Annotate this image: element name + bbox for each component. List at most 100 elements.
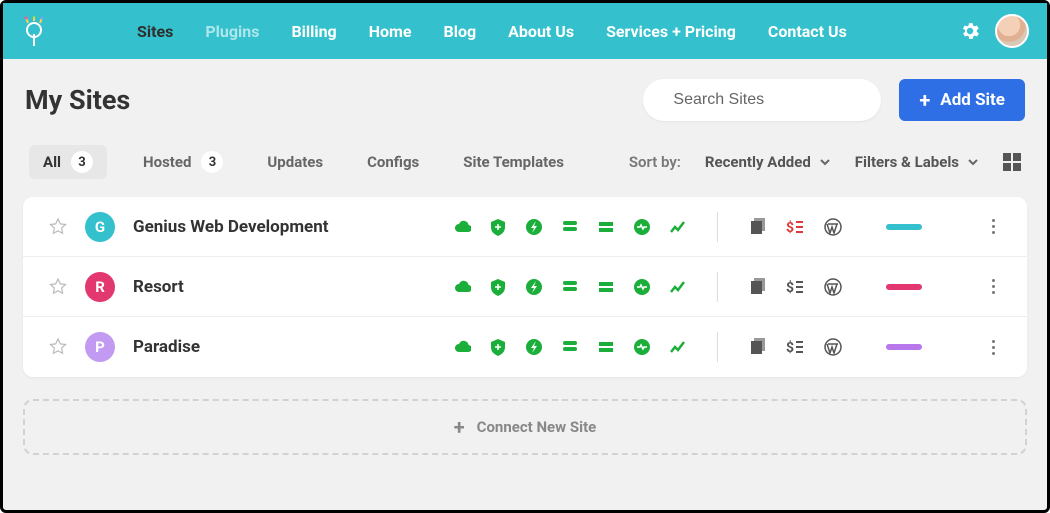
main-nav: Sites Plugins Billing Home Blog About Us Servi… xyxy=(137,22,847,41)
nav-item-services-pricing[interactable]: Services + Pricing xyxy=(606,22,736,41)
pricing-icon[interactable]: $ xyxy=(786,338,804,356)
add-site-label: Add Site xyxy=(940,90,1005,110)
site-avatar[interactable]: G xyxy=(85,212,115,242)
stack-icon[interactable] xyxy=(561,218,579,236)
sites-list: G Genius Web Development $ R Resort $ xyxy=(23,197,1027,377)
page-title: My Sites xyxy=(25,84,130,116)
sort-label: Sort by: xyxy=(629,153,681,171)
favorite-star-icon[interactable] xyxy=(49,218,67,236)
cloud-icon[interactable] xyxy=(453,278,471,296)
sort-value: Recently Added xyxy=(705,153,811,171)
favorite-star-icon[interactable] xyxy=(49,278,67,296)
site-row: P Paradise $ xyxy=(23,317,1027,377)
user-avatar[interactable] xyxy=(995,14,1029,48)
trend-icon[interactable] xyxy=(669,278,687,296)
copy-icon[interactable] xyxy=(748,218,766,236)
copy-icon[interactable] xyxy=(748,278,766,296)
nav-item-billing[interactable]: Billing xyxy=(291,22,336,41)
bolt-icon[interactable] xyxy=(525,338,543,356)
svg-text:$: $ xyxy=(786,219,794,236)
meta-icons: $ xyxy=(748,338,842,356)
page-header: My Sites + Add Site xyxy=(23,59,1027,145)
nav-item-about-us[interactable]: About Us xyxy=(508,22,574,41)
divider xyxy=(717,272,718,302)
connect-label: Connect New Site xyxy=(477,418,597,436)
settings-icon[interactable] xyxy=(959,20,981,42)
tab-site-templates[interactable]: Site Templates xyxy=(455,147,572,177)
divider xyxy=(717,332,718,362)
search-box[interactable] xyxy=(643,79,881,121)
site-name[interactable]: Genius Web Development xyxy=(133,217,453,237)
divider xyxy=(717,212,718,242)
row-menu-icon[interactable] xyxy=(985,338,1001,356)
meta-icons: $ xyxy=(748,218,842,236)
shield-icon[interactable] xyxy=(489,278,507,296)
favorite-star-icon[interactable] xyxy=(49,338,67,356)
label-pill[interactable] xyxy=(886,344,922,350)
site-row: G Genius Web Development $ xyxy=(23,197,1027,257)
tab-all[interactable]: All 3 xyxy=(29,145,107,179)
tab-all-label: All xyxy=(43,153,61,171)
bars-icon[interactable] xyxy=(597,278,615,296)
site-row: R Resort $ xyxy=(23,257,1027,317)
tab-hosted-count: 3 xyxy=(201,151,223,173)
status-icons xyxy=(453,278,687,296)
app-frame: Sites Plugins Billing Home Blog About Us Servi… xyxy=(0,0,1050,513)
tab-configs[interactable]: Configs xyxy=(359,147,427,177)
site-avatar[interactable]: P xyxy=(85,332,115,362)
content: My Sites + Add Site All 3 Hosted 3 xyxy=(3,59,1047,510)
add-site-button[interactable]: + Add Site xyxy=(899,79,1025,121)
tab-all-count: 3 xyxy=(71,151,93,173)
nav-item-plugins[interactable]: Plugins xyxy=(205,22,259,41)
nav-item-blog[interactable]: Blog xyxy=(444,22,477,41)
bars-icon[interactable] xyxy=(597,218,615,236)
bars-icon[interactable] xyxy=(597,338,615,356)
nav-item-home[interactable]: Home xyxy=(369,22,412,41)
connect-new-site[interactable]: + Connect New Site xyxy=(23,399,1027,455)
copy-icon[interactable] xyxy=(748,338,766,356)
sort-dropdown[interactable]: Recently Added xyxy=(705,153,831,171)
trend-icon[interactable] xyxy=(669,218,687,236)
label-pill[interactable] xyxy=(886,224,922,230)
chevron-down-icon xyxy=(819,156,831,168)
nav-item-contact-us[interactable]: Contact Us xyxy=(768,22,847,41)
site-name[interactable]: Paradise xyxy=(133,337,453,357)
tab-hosted[interactable]: Hosted 3 xyxy=(135,145,231,179)
shield-icon[interactable] xyxy=(489,218,507,236)
status-icons xyxy=(453,218,687,236)
pricing-icon[interactable]: $ xyxy=(786,278,804,296)
row-menu-icon[interactable] xyxy=(985,278,1001,296)
view-grid-toggle[interactable] xyxy=(1003,153,1021,171)
filters-dropdown[interactable]: Filters & Labels xyxy=(855,153,979,171)
cloud-icon[interactable] xyxy=(453,338,471,356)
brand-logo[interactable] xyxy=(21,15,47,47)
wordpress-icon[interactable] xyxy=(824,338,842,356)
wordpress-icon[interactable] xyxy=(824,278,842,296)
row-menu-icon[interactable] xyxy=(985,218,1001,236)
nav-item-sites[interactable]: Sites xyxy=(137,22,173,41)
search-input[interactable] xyxy=(673,91,880,109)
chevron-down-icon xyxy=(967,156,979,168)
bolt-icon[interactable] xyxy=(525,278,543,296)
topbar: Sites Plugins Billing Home Blog About Us Servi… xyxy=(3,3,1047,59)
tabs-row: All 3 Hosted 3 Updates Configs Site Temp… xyxy=(23,145,1027,197)
cloud-icon[interactable] xyxy=(453,218,471,236)
heart-icon[interactable] xyxy=(633,338,651,356)
heart-icon[interactable] xyxy=(633,278,651,296)
label-pill[interactable] xyxy=(886,284,922,290)
pricing-icon[interactable]: $ xyxy=(786,218,804,236)
wordpress-icon[interactable] xyxy=(824,218,842,236)
tab-updates[interactable]: Updates xyxy=(259,147,331,177)
svg-text:$: $ xyxy=(786,279,794,296)
site-avatar[interactable]: R xyxy=(85,272,115,302)
stack-icon[interactable] xyxy=(561,278,579,296)
stack-icon[interactable] xyxy=(561,338,579,356)
heart-icon[interactable] xyxy=(633,218,651,236)
site-name[interactable]: Resort xyxy=(133,277,453,297)
meta-icons: $ xyxy=(748,278,842,296)
trend-icon[interactable] xyxy=(669,338,687,356)
bolt-icon[interactable] xyxy=(525,218,543,236)
shield-icon[interactable] xyxy=(489,338,507,356)
filters-label: Filters & Labels xyxy=(855,153,959,171)
svg-text:$: $ xyxy=(786,339,794,356)
